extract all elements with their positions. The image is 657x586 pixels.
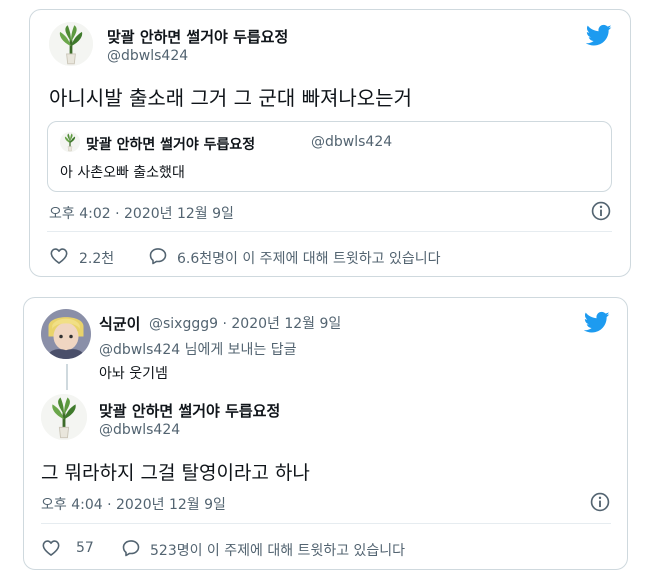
heart-icon[interactable] — [41, 538, 61, 558]
quoted-tweet[interactable]: 맞괄 안하면 썰거야 두릅요정 @dbwls424 아 사촌오빠 출소했대 — [47, 121, 612, 192]
plant-avatar-image — [41, 394, 87, 440]
talking-count[interactable]: 523명이 이 주제에 대해 트윗하고 있습니다 — [150, 540, 405, 560]
reply-avatar[interactable] — [41, 309, 91, 359]
avatar[interactable] — [41, 394, 87, 440]
divider — [41, 523, 611, 524]
twitter-bird-icon[interactable] — [584, 309, 610, 335]
person-avatar-image — [41, 309, 91, 359]
tweet-timestamp[interactable]: 오후 4:04 · 2020년 12월 9일 — [41, 494, 226, 514]
speech-bubble-icon[interactable] — [148, 246, 168, 266]
talking-count[interactable]: 6.6천명이 이 주제에 대해 트윗하고 있습니다 — [177, 248, 440, 268]
thread-line — [66, 364, 68, 390]
quoted-author-name[interactable]: 맞괄 안하면 썰거야 두릅요정 — [86, 134, 255, 154]
twitter-bird-icon[interactable] — [586, 22, 612, 48]
quoted-text: 아 사촌오빠 출소했대 — [60, 165, 185, 181]
author-handle[interactable]: @dbwls424 — [107, 48, 188, 64]
like-count: 57 — [76, 540, 94, 556]
author-handle[interactable]: @dbwls424 — [99, 422, 180, 438]
speech-bubble-icon[interactable] — [121, 538, 141, 558]
divider — [47, 231, 612, 232]
info-icon[interactable] — [590, 200, 612, 222]
heart-icon[interactable] — [49, 246, 69, 266]
avatar[interactable] — [49, 22, 93, 66]
tweet-text: 아니시발 출소래 그거 그 군대 빠져나오는거 — [49, 86, 412, 110]
info-icon[interactable] — [589, 491, 611, 513]
tweet-card-1[interactable]: 맞괄 안하면 썰거야 두릅요정 @dbwls424 아니시발 출소래 그거 그 … — [29, 9, 631, 277]
author-name[interactable]: 맞괄 안하면 썰거야 두릅요정 — [107, 26, 288, 47]
quoted-author-handle[interactable]: @dbwls424 — [311, 134, 392, 150]
quoted-avatar[interactable] — [60, 132, 80, 152]
tweet-timestamp[interactable]: 오후 4:02 · 2020년 12월 9일 — [49, 203, 234, 223]
like-count: 2.2천 — [79, 251, 115, 267]
plant-avatar-image — [49, 22, 93, 66]
author-name[interactable]: 맞괄 안하면 썰거야 두릅요정 — [99, 400, 280, 421]
reply-author-handle[interactable]: @sixggg9 · 2020년 12월 9일 — [149, 313, 341, 333]
tweet-text: 그 뭐라하지 그걸 탈영이라고 하나 — [41, 462, 310, 484]
reply-author-name[interactable]: 식균이 — [99, 313, 140, 334]
replying-to[interactable]: @dbwls424 님에게 보내는 답글 — [99, 339, 297, 359]
reply-text: 아놔 웃기넴 — [99, 366, 168, 382]
plant-avatar-image — [60, 132, 80, 152]
tweet-card-2[interactable]: 식균이 @sixggg9 · 2020년 12월 9일 @dbwls424 님에… — [23, 297, 628, 570]
